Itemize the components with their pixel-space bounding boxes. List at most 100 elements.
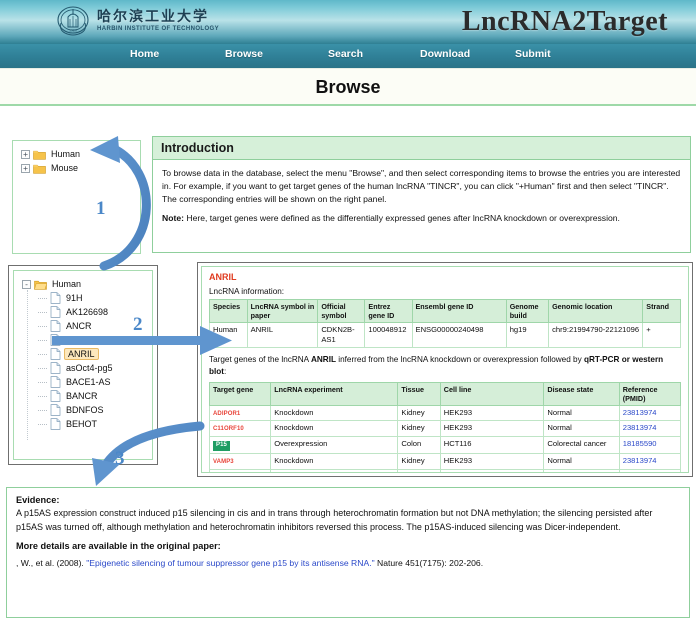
- tree-item-91h[interactable]: 91H: [22, 291, 152, 305]
- nav-item-home[interactable]: Home: [130, 48, 159, 60]
- column-header: LncRNA experiment: [270, 381, 399, 406]
- tree-connector: [38, 311, 47, 313]
- university-name-en: HARBIN INSTITUTE OF TECHNOLOGY: [97, 26, 219, 33]
- pmid-link[interactable]: 23813974: [623, 423, 657, 432]
- main-navigation: Home Browse Search Download Submit: [0, 44, 696, 69]
- experiment-cell: Knockdown: [270, 452, 399, 470]
- tree-connector: [38, 297, 47, 299]
- tree-connector: [38, 395, 47, 397]
- cell-line-cell: HEK293: [439, 452, 545, 470]
- tree-item-label: asOct4-pg5: [66, 363, 113, 373]
- file-icon: [50, 292, 61, 304]
- university-name-cn: 哈尔滨工业大学: [97, 8, 209, 25]
- nav-item-search[interactable]: Search: [328, 48, 363, 60]
- tree-label-human: Human: [51, 149, 81, 159]
- pmid-link[interactable]: 23813974: [623, 408, 657, 417]
- tree-children-list: 91H AK126698 ANCR ANRASSF1 ANRIL asOct4-pg5 BA…: [22, 291, 152, 431]
- target-gene-cell: ADIPOR1: [208, 404, 272, 422]
- tree-label-mouse: Mouse: [51, 163, 79, 173]
- evidence-text: A p15AS expression construct induced p15…: [16, 508, 653, 532]
- table-cell: hg19: [505, 322, 550, 348]
- disease-state-cell: Normal: [543, 404, 620, 422]
- note-text: Here, target genes were defined as the d…: [183, 213, 620, 224]
- nav-item-submit[interactable]: Submit: [515, 48, 551, 60]
- tree-connector: [38, 423, 47, 425]
- introduction-note: Note: Here, target genes were defined as…: [162, 212, 681, 225]
- column-header: Strand: [642, 299, 681, 323]
- table-cell: ENSG00000240498: [411, 322, 507, 348]
- tree-item-label: BEHOT: [66, 419, 98, 429]
- table-cell: chr9:21994790-22121096: [548, 322, 644, 348]
- site-title: LncRNA2Target: [461, 6, 668, 37]
- note-part-3: :: [224, 366, 227, 376]
- tree-node-human-expanded[interactable]: - Human: [22, 277, 152, 291]
- tree-connector: [38, 381, 47, 383]
- collapse-toggle-icon[interactable]: -: [22, 279, 31, 289]
- tree-item-label: ANCR: [66, 321, 92, 331]
- pmid-link[interactable]: 18185590: [623, 439, 657, 448]
- column-header: Entrez gene ID: [364, 299, 413, 323]
- nav-item-browse[interactable]: Browse: [225, 48, 263, 60]
- gene-badge[interactable]: C11ORF10: [213, 426, 244, 432]
- cell-line-cell: HCT116: [439, 436, 545, 454]
- file-icon: [50, 362, 61, 374]
- tissue-cell: NA: [397, 468, 441, 472]
- more-details-heading: More details are available in the origin…: [16, 541, 221, 552]
- tree-item-bdnfos[interactable]: BDNFOS: [22, 403, 152, 417]
- experiment-cell: Knockdown: [270, 420, 399, 438]
- table-row: CARD8Knockdown+OverexpressionNAumbilical…: [208, 468, 682, 473]
- tree-item-behot[interactable]: BEHOT: [22, 417, 152, 431]
- experiment-cell: Knockdown+Overexpression: [270, 468, 399, 472]
- gene-badge[interactable]: VAMP3: [213, 459, 234, 465]
- cell-line-cell: umbilical vein endothelial: [439, 468, 545, 472]
- annotation-step-2: 2: [133, 314, 143, 335]
- tree-item-bancr[interactable]: BANCR: [22, 389, 152, 403]
- tree-connector: [38, 325, 47, 327]
- table-cell: +: [642, 322, 681, 348]
- file-icon: [50, 390, 61, 402]
- introduction-body: To browse data in the database, select t…: [153, 160, 690, 230]
- pmid-cell: 24385277: [618, 468, 682, 473]
- cell-line-cell: HEK293: [439, 420, 545, 438]
- reference-title[interactable]: "Epigenetic silencing of tumour suppress…: [86, 558, 374, 568]
- expand-toggle-icon[interactable]: +: [21, 149, 30, 159]
- annotation-step-1: 1: [96, 198, 106, 219]
- file-icon: [50, 348, 61, 360]
- table-row: ADIPOR1 Knockdown Kidney HEK293 Normal 238139…: [208, 404, 682, 422]
- pmid-link[interactable]: 24385277: [623, 472, 657, 473]
- browse-page: 1920 哈尔滨工业大学 HARBIN INSTITUTE OF TECHNOL…: [0, 0, 696, 625]
- tree-item-bace1-as[interactable]: BACE1-AS: [22, 375, 152, 389]
- column-header: LncRNA symbol in paper: [246, 299, 319, 323]
- record-detail-panel: ANRIL LncRNA information: Species LncRNA …: [197, 262, 693, 477]
- tree-node-human-collapsed[interactable]: + Human: [21, 147, 140, 161]
- gene-badge[interactable]: ADIPOR1: [213, 411, 240, 417]
- target-genes-note: Target genes of the lncRNA ANRIL inferre…: [209, 354, 681, 378]
- pmid-link[interactable]: 23813974: [623, 456, 657, 465]
- tree-node-mouse-collapsed[interactable]: + Mouse: [21, 161, 140, 175]
- tissue-cell: Kidney: [397, 404, 441, 422]
- note-lncrna-name: ANRIL: [310, 354, 336, 364]
- pmid-cell: 23813974: [618, 404, 682, 422]
- disease-state-cell: Colorectal cancer: [543, 436, 620, 454]
- tree-item-asoct4-pg5[interactable]: asOct4-pg5: [22, 361, 152, 375]
- university-logo: 1920 哈尔滨工业大学 HARBIN INSTITUTE OF TECHNOL…: [55, 3, 219, 39]
- site-header: 1920 哈尔滨工业大学 HARBIN INSTITUTE OF TECHNOL…: [0, 0, 696, 44]
- file-icon: [50, 320, 61, 332]
- tree-guide-line: [27, 290, 28, 440]
- disease-state-cell: Normal: [543, 420, 620, 438]
- note-part-2: inferred from the lncRNA knockdown or ov…: [335, 354, 584, 364]
- column-header: Reference (PMID): [618, 381, 682, 406]
- note-label: Note:: [162, 213, 184, 224]
- table-row: Human ANRIL CDKN2B-AS1 100048912 ENSG0000024…: [209, 322, 681, 348]
- tree-item-label: ANRIL: [64, 348, 99, 360]
- table-cell: ANRIL: [246, 322, 319, 348]
- tree-collapsed-inner: + Human + Mouse: [12, 140, 141, 254]
- expand-toggle-icon[interactable]: +: [21, 163, 30, 173]
- table-cell: CDKN2B-AS1: [317, 322, 366, 348]
- nav-item-download[interactable]: Download: [420, 48, 470, 60]
- column-header: Tissue: [397, 381, 441, 406]
- tree-item-anril[interactable]: ANRIL: [22, 347, 152, 361]
- experiment-cell: Overexpression: [270, 436, 399, 454]
- gene-badge[interactable]: P15: [213, 441, 230, 451]
- disease-state-cell: Normal: [543, 452, 620, 470]
